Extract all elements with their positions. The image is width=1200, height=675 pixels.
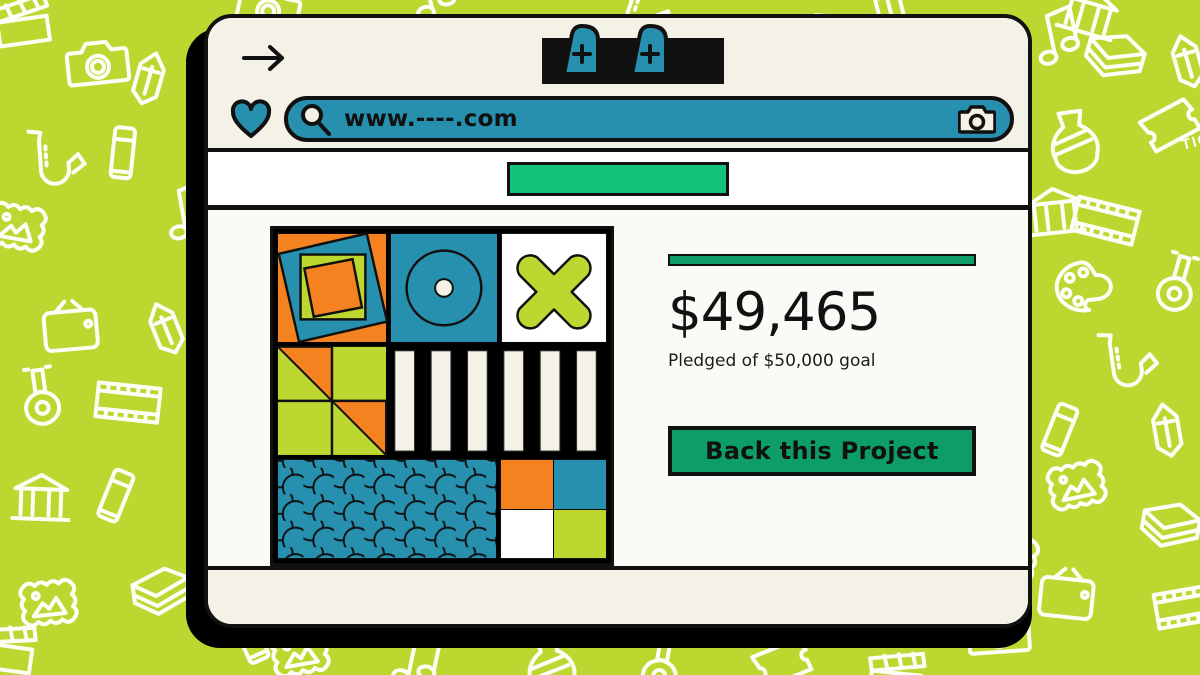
- vertical-stripes-tile[interactable]: [390, 346, 607, 455]
- browser-chrome: www.----.com: [208, 18, 1028, 148]
- search-icon[interactable]: [298, 102, 332, 136]
- address-bar[interactable]: www.----.com: [284, 96, 1014, 142]
- heart-icon[interactable]: [230, 99, 272, 139]
- circle-grid-pattern-tile[interactable]: [277, 459, 497, 559]
- project-funding-panel: $49,465 Pledged of $50,000 goal Back thi…: [614, 226, 1028, 566]
- back-this-project-button[interactable]: Back this Project: [668, 426, 976, 476]
- page-subheader: [208, 148, 1028, 210]
- concentric-circle-tile[interactable]: [390, 233, 498, 342]
- address-bar-row: www.----.com: [208, 90, 1028, 148]
- arrow-right-icon[interactable]: [242, 44, 286, 72]
- address-bar-text: www.----.com: [344, 106, 518, 132]
- tab-strip: [542, 24, 724, 84]
- tab-new-2[interactable]: [630, 24, 668, 76]
- tab-new-1[interactable]: [562, 24, 600, 76]
- camera-icon[interactable]: [958, 103, 996, 135]
- progress-bar: [507, 161, 729, 196]
- funding-progress-rule: [668, 254, 976, 266]
- page-content: $49,465 Pledged of $50,000 goal Back thi…: [208, 210, 1028, 566]
- nested-rotated-squares-tile[interactable]: [277, 232, 389, 344]
- project-image-gallery: [270, 226, 614, 566]
- pledged-goal-text: Pledged of $50,000 goal: [668, 351, 876, 371]
- browser-window: www.----.com $49,465 Pledged of $50,000 …: [204, 14, 1032, 628]
- four-triangles-tile[interactable]: [275, 345, 387, 458]
- pledged-amount: $49,465: [668, 282, 881, 343]
- cross-mark-tile[interactable]: [501, 233, 607, 342]
- browser-footer: [208, 566, 1028, 624]
